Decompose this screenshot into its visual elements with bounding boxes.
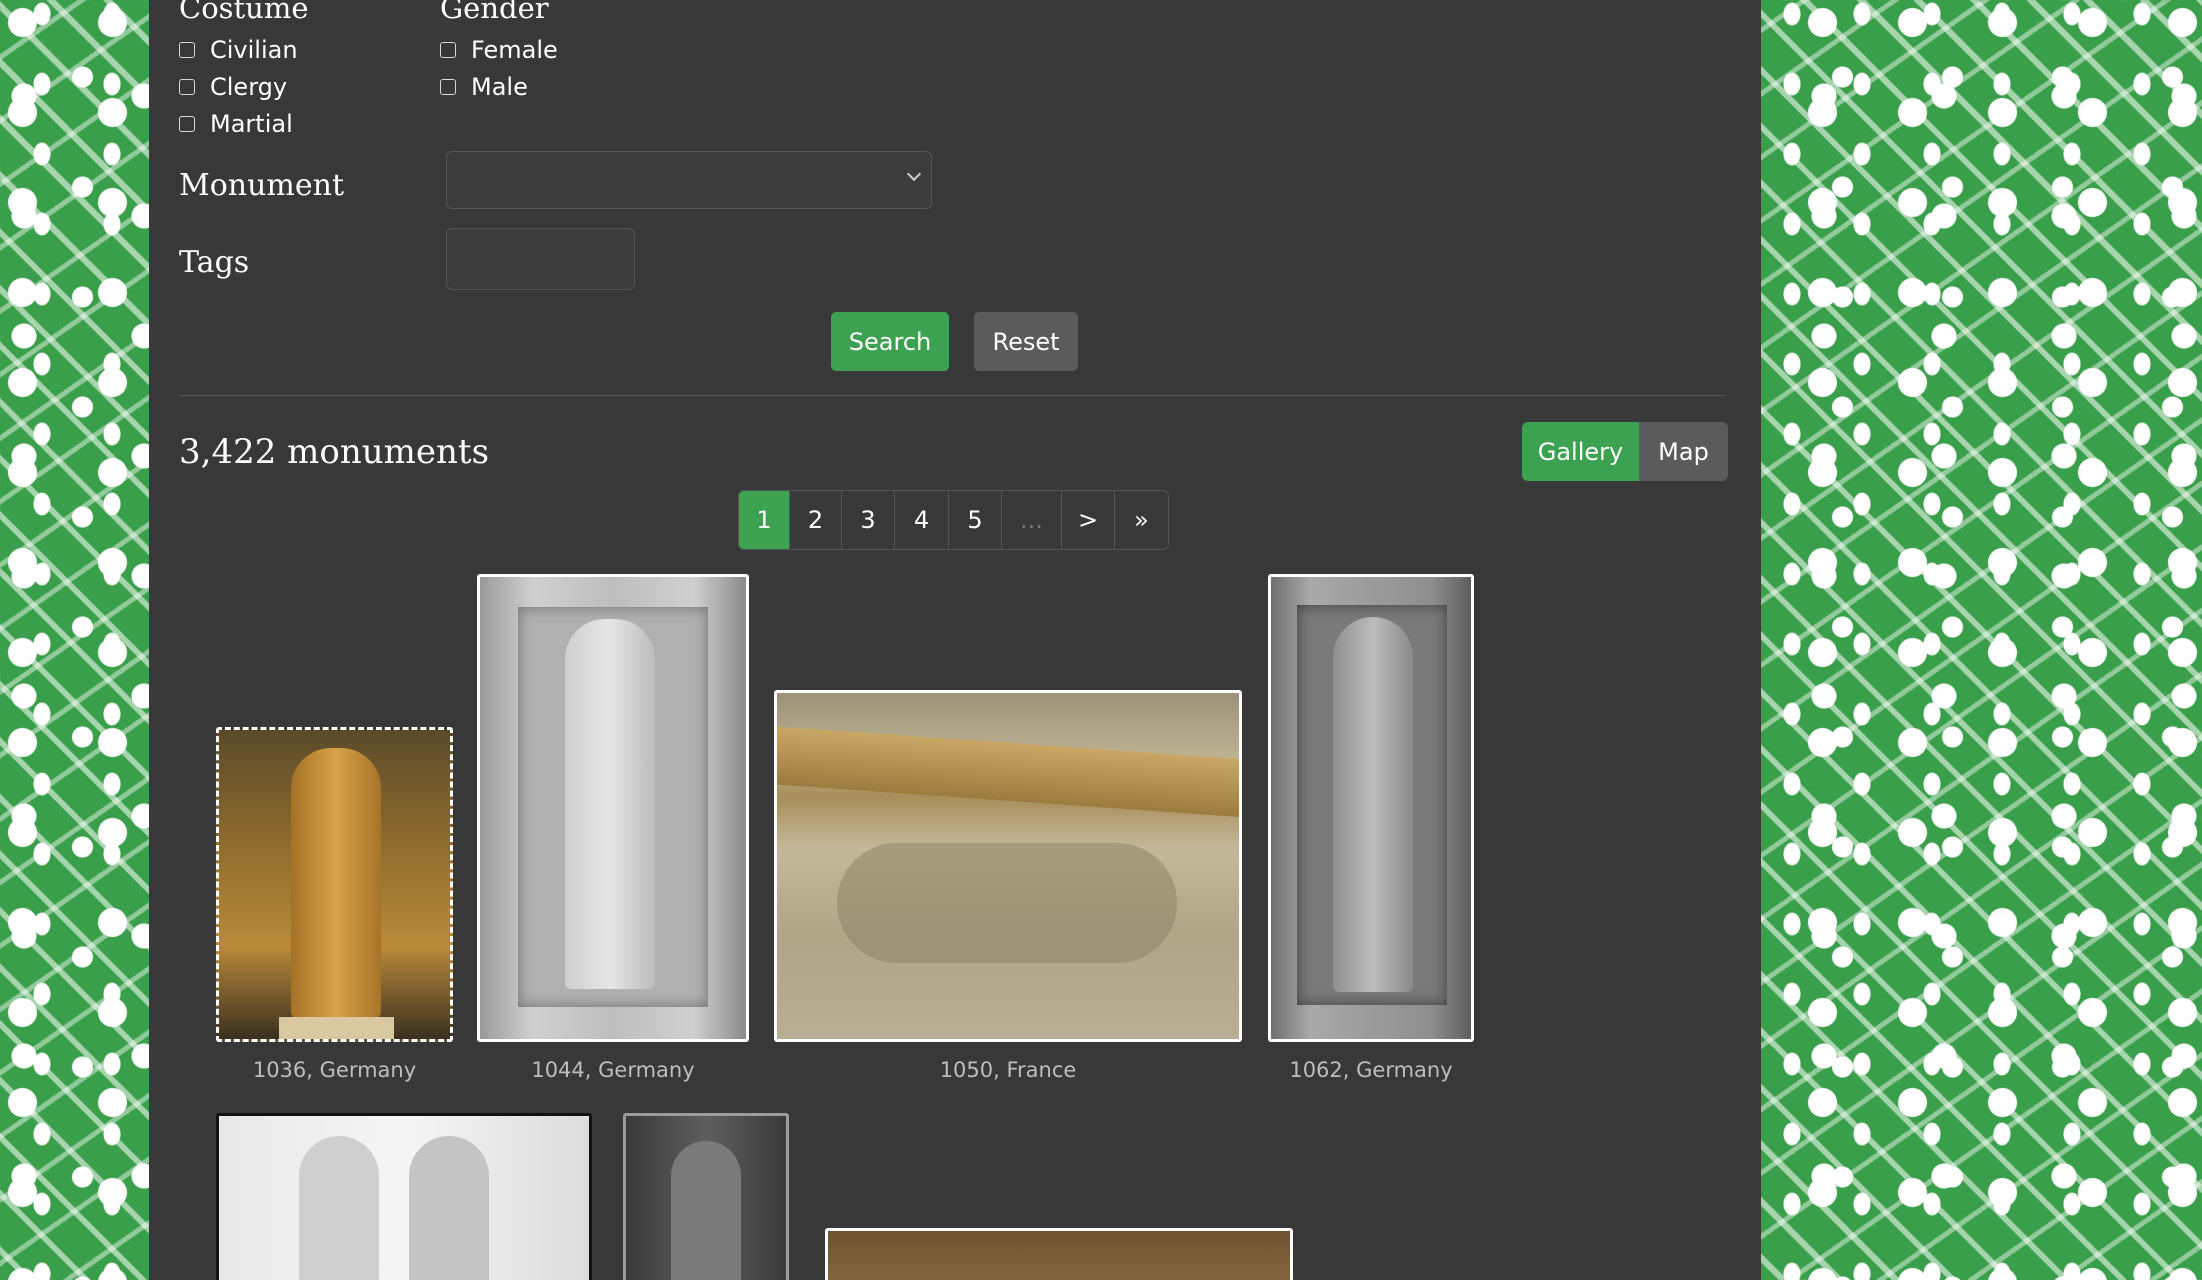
checkbox-label: Clergy — [210, 73, 288, 101]
thumbnail-caption: 1044, Germany — [531, 1058, 695, 1082]
checkbox-box[interactable] — [440, 42, 456, 58]
checkbox-male[interactable]: Male — [440, 73, 528, 101]
monument-thumbnail[interactable] — [216, 727, 453, 1042]
effigy-figure — [1333, 617, 1413, 992]
thumbnail-caption: 1062, Germany — [1289, 1058, 1453, 1082]
monument-thumbnail[interactable] — [825, 1228, 1293, 1280]
monument-label: Monument — [179, 168, 344, 203]
view-toggle: Gallery Map — [1522, 422, 1728, 481]
main-panel: Costume Civilian Clergy Martial Gender F… — [149, 0, 1761, 1280]
monument-thumbnail[interactable] — [477, 574, 749, 1042]
worn-slab — [837, 843, 1177, 963]
checkbox-box[interactable] — [179, 42, 195, 58]
search-button[interactable]: Search — [831, 312, 949, 371]
tags-input[interactable] — [446, 228, 635, 290]
checkbox-box[interactable] — [179, 79, 195, 95]
effigy-figure — [409, 1136, 489, 1280]
checkbox-label: Male — [471, 73, 528, 101]
effigy-figure — [291, 748, 381, 1018]
monument-thumbnail[interactable] — [623, 1113, 789, 1280]
checkbox-civilian[interactable]: Civilian — [179, 36, 298, 64]
last-page-link[interactable]: » — [1114, 491, 1168, 549]
gender-filter-title: Gender — [440, 0, 549, 25]
next-page-link[interactable]: > — [1061, 491, 1114, 549]
monument-select[interactable] — [446, 151, 932, 209]
page-link[interactable]: 4 — [894, 491, 948, 549]
page-link[interactable]: 2 — [789, 491, 841, 549]
effigy-figure — [671, 1141, 741, 1280]
checkbox-clergy[interactable]: Clergy — [179, 73, 287, 101]
checkbox-box[interactable] — [440, 79, 456, 95]
chevron-down-icon — [906, 166, 922, 182]
checkbox-female[interactable]: Female — [440, 36, 558, 64]
thumbnail-caption: 1036, Germany — [252, 1058, 417, 1082]
monument-thumbnail[interactable] — [1268, 574, 1474, 1042]
effigy-figure — [565, 619, 655, 989]
tags-label: Tags — [179, 245, 250, 280]
stone-ledge — [777, 726, 1239, 818]
effigy-figure — [299, 1136, 379, 1280]
thumbnail-caption: 1050, France — [939, 1058, 1077, 1082]
page-ellipsis: ... — [1001, 491, 1061, 549]
page-link[interactable]: 5 — [948, 491, 1001, 549]
divider — [179, 395, 1726, 396]
checkbox-label: Female — [471, 36, 558, 64]
reset-button[interactable]: Reset — [974, 312, 1078, 371]
monument-thumbnail[interactable] — [774, 690, 1242, 1042]
costume-filter-title: Costume — [179, 0, 309, 25]
gallery-view-button[interactable]: Gallery — [1522, 422, 1639, 481]
page-link[interactable]: 1 — [739, 491, 789, 549]
checkbox-martial[interactable]: Martial — [179, 110, 293, 138]
checkbox-label: Martial — [210, 110, 293, 138]
checkbox-box[interactable] — [179, 116, 195, 132]
results-count: 3,422 monuments — [179, 432, 490, 472]
monument-thumbnail[interactable] — [216, 1113, 592, 1280]
pagination: 1 2 3 4 5 ... > » — [738, 490, 1169, 550]
checkbox-label: Civilian — [210, 36, 298, 64]
page-link[interactable]: 3 — [841, 491, 894, 549]
pedestal — [279, 1017, 394, 1039]
map-view-button[interactable]: Map — [1639, 422, 1728, 481]
